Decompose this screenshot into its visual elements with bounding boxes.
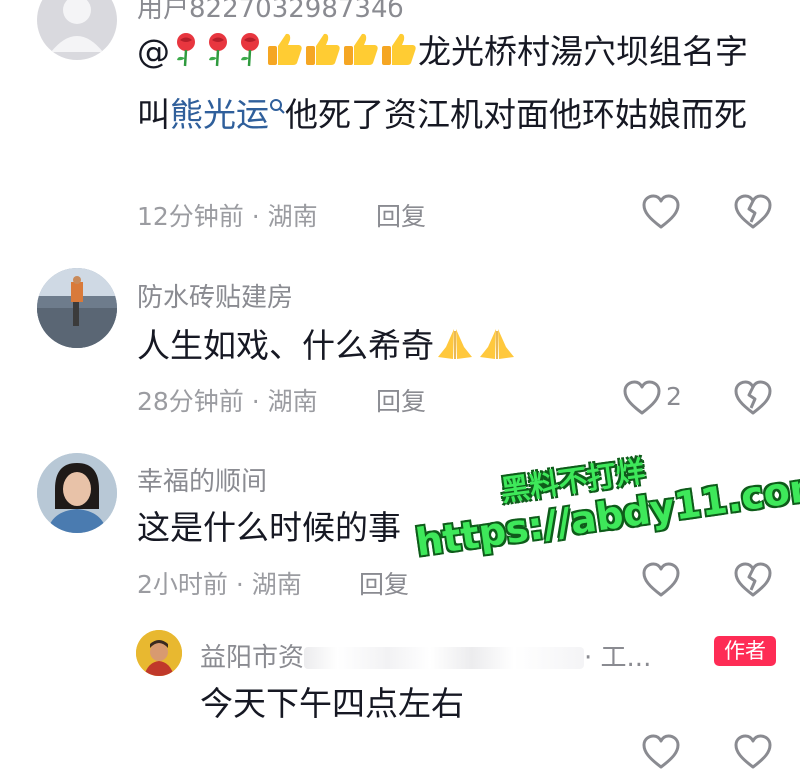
like-count: 2	[666, 382, 682, 411]
thumbs-up-emoji	[304, 28, 342, 65]
comment-meta: 12分钟前 · 湖南	[137, 202, 318, 231]
comment-meta: 28分钟前 · 湖南	[137, 387, 318, 416]
comment-username[interactable]: 用户822703298734б	[137, 0, 404, 25]
avatar[interactable]	[37, 453, 117, 533]
comment-text: @ 龙光桥村湯穴坝组名字叫熊光运 他死了资江机对面他环姑娘而死	[137, 24, 777, 142]
comment-text-prefix: @	[137, 32, 170, 71]
search-icon[interactable]	[269, 79, 285, 114]
mention-link[interactable]: 熊光运	[170, 95, 269, 134]
thumbs-up-emoji	[380, 28, 418, 65]
comment-meta: 2小时前 · 湖南	[137, 570, 302, 599]
thumbs-up-emoji	[342, 28, 380, 65]
pray-emoji	[434, 322, 476, 359]
comment-text: 这是什么时候的事	[137, 508, 401, 547]
avatar[interactable]	[136, 630, 182, 676]
rose-emoji	[202, 28, 234, 67]
comment-username[interactable]: 防水砖贴建房	[137, 277, 293, 314]
thumbs-up-emoji	[266, 28, 304, 65]
broken-heart-icon[interactable]	[733, 380, 773, 420]
reply-button[interactable]: 回复	[376, 382, 426, 418]
heart-outline-icon[interactable]	[641, 194, 681, 234]
comment-username[interactable]: 幸福的顺间	[137, 461, 267, 498]
avatar[interactable]	[37, 268, 117, 348]
author-badge: 作者	[714, 636, 776, 666]
comment-text-body: 人生如戏、什么希奇	[137, 326, 434, 365]
rose-emoji	[170, 28, 202, 67]
pray-emoji	[476, 322, 518, 359]
heart-outline-icon[interactable]	[622, 380, 662, 420]
broken-heart-icon[interactable]	[733, 562, 773, 602]
avatar[interactable]	[37, 0, 117, 60]
comment-text: 今天下午四点左右	[200, 684, 464, 723]
comment-username[interactable]: 益阳市资 · 工...	[200, 637, 651, 674]
broken-heart-icon[interactable]	[733, 194, 773, 234]
comment-text: 人生如戏、什么希奇	[137, 318, 777, 373]
heart-outline-icon[interactable]	[641, 562, 681, 602]
reply-button[interactable]: 回复	[376, 197, 426, 233]
broken-heart-icon[interactable]	[733, 734, 773, 774]
rose-emoji	[234, 28, 266, 67]
comment-text-rest: 他死了资江机对面他环姑娘而死	[285, 95, 747, 134]
username-tail: · 工...	[584, 643, 652, 673]
heart-outline-icon[interactable]	[641, 734, 681, 774]
username-visible: 益阳市资	[200, 643, 305, 673]
reply-button[interactable]: 回复	[359, 565, 409, 601]
username-blurred	[304, 647, 585, 669]
